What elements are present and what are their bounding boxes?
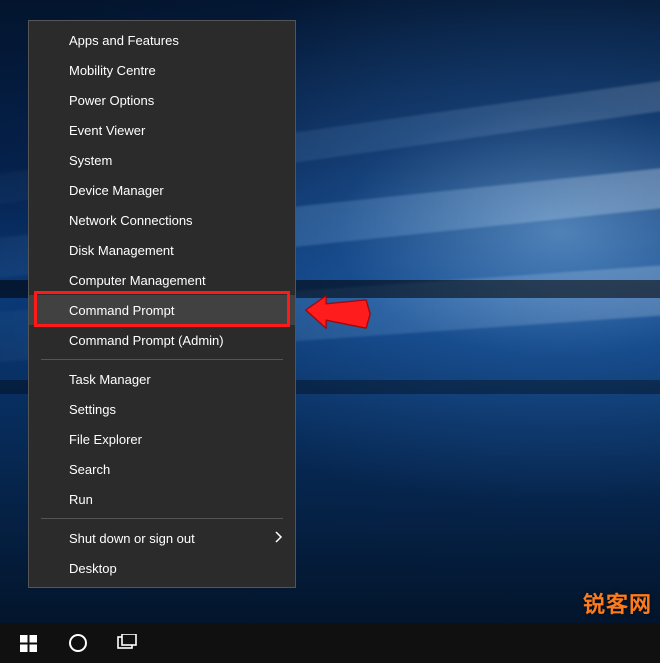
menu-item-label: Shut down or sign out [69, 531, 195, 546]
taskbar [0, 623, 660, 663]
start-button[interactable] [4, 623, 52, 663]
cortana-search-button[interactable] [54, 623, 102, 663]
menu-item-label: Settings [69, 402, 116, 417]
menu-item-label: File Explorer [69, 432, 142, 447]
menu-item-network-connections[interactable]: Network Connections [29, 205, 295, 235]
menu-item-label: Desktop [69, 561, 117, 576]
menu-item-settings[interactable]: Settings [29, 394, 295, 424]
menu-item-file-explorer[interactable]: File Explorer [29, 424, 295, 454]
menu-item-label: Command Prompt (Admin) [69, 333, 224, 348]
menu-item-label: Command Prompt [69, 303, 174, 318]
menu-item-label: Computer Management [69, 273, 206, 288]
menu-item-label: Disk Management [69, 243, 174, 258]
menu-item-shutdown-signout[interactable]: Shut down or sign out [29, 523, 295, 553]
menu-item-device-manager[interactable]: Device Manager [29, 175, 295, 205]
chevron-right-icon [275, 531, 283, 546]
menu-item-event-viewer[interactable]: Event Viewer [29, 115, 295, 145]
menu-item-label: Mobility Centre [69, 63, 156, 78]
menu-item-computer-management[interactable]: Computer Management [29, 265, 295, 295]
menu-item-system[interactable]: System [29, 145, 295, 175]
menu-separator [41, 359, 283, 360]
menu-item-label: Network Connections [69, 213, 193, 228]
menu-item-label: System [69, 153, 112, 168]
menu-item-mobility-centre[interactable]: Mobility Centre [29, 55, 295, 85]
menu-item-command-prompt-admin[interactable]: Command Prompt (Admin) [29, 325, 295, 355]
menu-item-desktop[interactable]: Desktop [29, 553, 295, 583]
menu-item-label: Task Manager [69, 372, 151, 387]
menu-item-label: Run [69, 492, 93, 507]
task-view-button[interactable] [104, 623, 152, 663]
menu-item-task-manager[interactable]: Task Manager [29, 364, 295, 394]
menu-item-run[interactable]: Run [29, 484, 295, 514]
menu-item-label: Search [69, 462, 110, 477]
menu-item-disk-management[interactable]: Disk Management [29, 235, 295, 265]
winx-power-user-menu: Apps and Features Mobility Centre Power Op… [28, 20, 296, 588]
menu-item-command-prompt[interactable]: Command Prompt [29, 295, 295, 325]
menu-item-search[interactable]: Search [29, 454, 295, 484]
menu-item-label: Power Options [69, 93, 154, 108]
menu-item-apps-features[interactable]: Apps and Features [29, 25, 295, 55]
menu-separator [41, 518, 283, 519]
menu-item-power-options[interactable]: Power Options [29, 85, 295, 115]
menu-item-label: Apps and Features [69, 33, 179, 48]
menu-item-label: Device Manager [69, 183, 164, 198]
menu-item-label: Event Viewer [69, 123, 145, 138]
watermark-text: 锐客网 [583, 587, 652, 619]
